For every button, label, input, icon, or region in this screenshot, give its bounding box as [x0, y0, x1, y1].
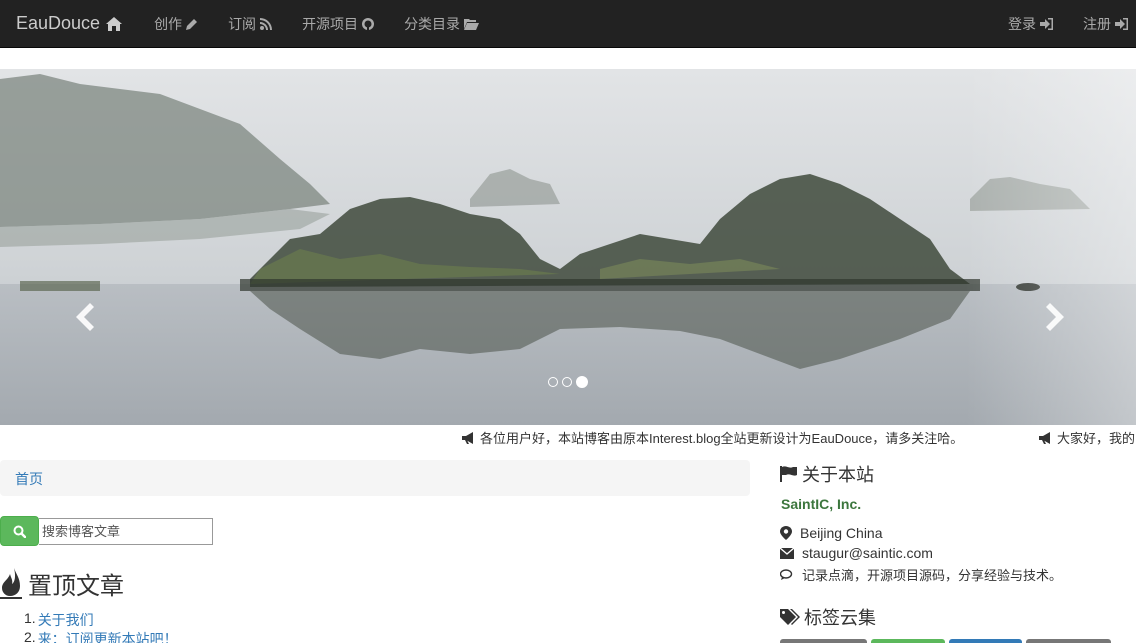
login-label: 登录: [1008, 15, 1036, 32]
about-site-title: 关于本站: [802, 465, 874, 485]
image-carousel[interactable]: [0, 69, 1136, 425]
tag-cloud: [780, 639, 1111, 643]
search-button[interactable]: [0, 516, 39, 546]
nav-item-subscribe[interactable]: 订阅: [228, 14, 273, 34]
tag-cloud-heading: 标签云集: [780, 604, 876, 630]
tag-badge[interactable]: [780, 639, 867, 643]
carousel-indicators: [548, 376, 588, 388]
tag-badge[interactable]: [1026, 639, 1111, 643]
carousel-next-button[interactable]: [1040, 299, 1070, 335]
carousel-indicator-3[interactable]: [576, 376, 588, 388]
list-item: 1. 关于我们: [24, 610, 178, 629]
nav-item-categories-label: 分类目录: [404, 15, 461, 32]
top-articles-heading: 置顶文章: [0, 566, 124, 601]
envelope-icon: [780, 547, 794, 559]
search-form: [0, 516, 213, 546]
announcement-text: 大家好，我的: [1057, 431, 1136, 446]
tag-badge[interactable]: [871, 639, 945, 643]
nav-right-menu: 登录 注册: [1008, 14, 1128, 34]
carousel-indicator-1[interactable]: [548, 377, 558, 387]
sign-in-icon: [1040, 17, 1053, 30]
top-articles-title: 置顶文章: [28, 573, 124, 600]
tag-cloud-title: 标签云集: [804, 608, 876, 628]
top-article-link[interactable]: 来：订阅更新本站吧！: [38, 629, 178, 643]
list-item: 2. 来：订阅更新本站吧！: [24, 629, 178, 643]
nav-item-open-source-label: 开源项目: [302, 15, 359, 32]
announcement-marquee: 各位用户好，本站博客由原本Interest.blog全站更新设计为EauDouc…: [0, 425, 1136, 447]
home-icon: [106, 16, 123, 31]
slogan-info: 记录点滴，开源项目源码，分享经验与技术。: [780, 565, 1062, 584]
pencil-icon: [186, 18, 198, 30]
announcement-item: 各位用户好，本站博客由原本Interest.blog全站更新设计为EauDouc…: [462, 428, 963, 447]
top-article-link[interactable]: 关于我们: [38, 610, 94, 629]
rss-icon: [260, 17, 273, 30]
tag-badge[interactable]: [949, 639, 1022, 643]
location-text: Beijing China: [800, 525, 883, 541]
announcement-item: 大家好，我的: [1039, 428, 1135, 447]
nav-item-subscribe-label: 订阅: [228, 15, 257, 32]
lake-landscape-image: [0, 69, 1136, 425]
nav-item-categories[interactable]: 分类目录: [404, 14, 480, 34]
flag-icon: [780, 466, 797, 482]
about-site-heading: 关于本站: [780, 461, 874, 487]
fire-icon: [0, 567, 22, 599]
comments-icon: [780, 568, 793, 580]
search-input[interactable]: [39, 517, 213, 545]
nav-item-create-label: 创作: [154, 15, 183, 32]
bullhorn-icon: [462, 431, 473, 444]
breadcrumb: 首页: [0, 460, 750, 496]
top-navbar: EauDouce 创作 订阅 开源项目 分类目录 登录 注册: [0, 0, 1136, 48]
carousel-indicator-2[interactable]: [562, 377, 572, 387]
slogan-text: 记录点滴，开源项目源码，分享经验与技术。: [802, 568, 1063, 583]
bullhorn-icon: [1039, 431, 1050, 444]
tags-icon: [780, 609, 800, 625]
brand-link[interactable]: EauDouce: [16, 13, 123, 34]
email-info: staugur@saintic.com: [780, 545, 933, 561]
carousel-prev-button[interactable]: [70, 299, 100, 335]
organization-name: SaintIC, Inc.: [781, 496, 862, 512]
nav-item-create[interactable]: 创作: [154, 14, 198, 34]
list-item-number: 1.: [24, 610, 36, 626]
map-marker-icon: [780, 526, 792, 540]
location-info: Beijing China: [780, 525, 883, 541]
register-label: 注册: [1083, 15, 1111, 32]
list-item-number: 2.: [24, 629, 36, 643]
search-icon: [13, 525, 26, 538]
brand-name: EauDouce: [16, 13, 101, 33]
nav-left-menu: 创作 订阅 开源项目 分类目录: [154, 14, 480, 34]
login-link[interactable]: 登录: [1008, 14, 1053, 34]
top-articles-list: 1. 关于我们 2. 来：订阅更新本站吧！: [24, 610, 178, 643]
announcement-text: 各位用户好，本站博客由原本Interest.blog全站更新设计为EauDouc…: [480, 431, 964, 446]
sign-in-icon: [1115, 17, 1128, 30]
breadcrumb-home-link[interactable]: 首页: [15, 471, 43, 487]
register-link[interactable]: 注册: [1083, 14, 1128, 34]
email-text: staugur@saintic.com: [802, 545, 933, 561]
folder-open-icon: [464, 18, 480, 30]
github-icon: [362, 17, 375, 30]
nav-item-open-source[interactable]: 开源项目: [302, 14, 375, 34]
